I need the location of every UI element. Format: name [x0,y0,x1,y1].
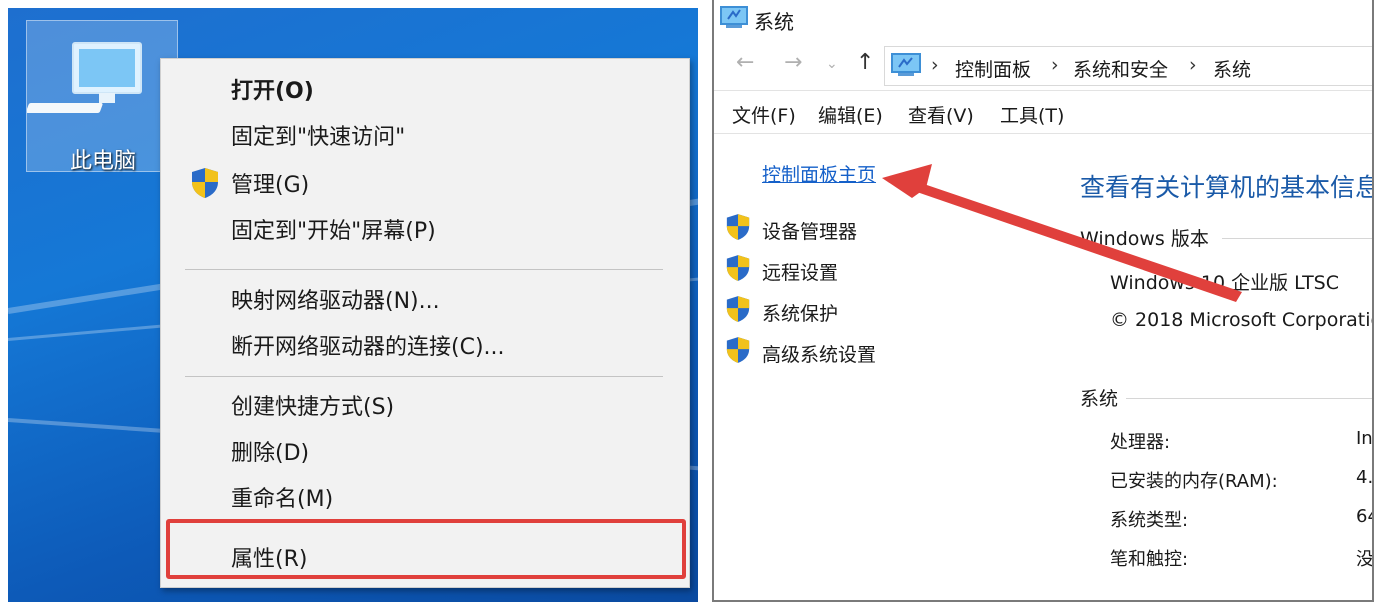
menu-item-properties[interactable]: 属性(R) [231,545,307,575]
address-bar[interactable]: › 控制面板 › 系统和安全 › 系统 [884,46,1372,86]
spec-value-pen-touch: 没 [1356,549,1374,570]
menu-bar: 文件(F) 编辑(E) 查看(V) 工具(T) [714,90,1372,134]
menu-item-map-network-drive[interactable]: 映射网络驱动器(N)... [231,287,440,317]
shield-icon [192,168,218,198]
title-bar: 系统 [714,0,1372,36]
menu-item-disconnect-network-drive[interactable]: 断开网络驱动器的连接(C)... [231,333,505,363]
system-window: 系统 ← → ⌄ ↑ › 控制面板 › 系统和安全 › 系统 文件(F) 编辑(… [712,0,1374,602]
this-pc-label: 此电脑 [69,149,136,174]
shield-icon [726,214,750,240]
spec-label-system-type: 系统类型: [1110,510,1189,531]
forward-arrow-icon[interactable]: → [784,50,802,75]
menu-item-open[interactable]: 打开(O) [231,77,314,107]
breadcrumb-system-security[interactable]: 系统和安全 [1073,55,1168,82]
breadcrumb-separator: › [931,54,939,76]
group-divider [1126,398,1372,399]
spec-label-processor: 处理器: [1110,432,1171,453]
window-title: 系统 [754,10,794,34]
control-panel-home-link[interactable]: 控制面板主页 [762,160,876,187]
breadcrumb-system[interactable]: 系统 [1213,55,1251,82]
group-divider [1222,238,1372,239]
windows-edition-heading: Windows 版本 [1080,228,1209,250]
menu-separator [185,269,663,270]
copyright-text: © 2018 Microsoft Corporation [1110,309,1374,331]
menu-item-pin-start[interactable]: 固定到"开始"屏幕(P) [231,217,436,247]
menu-item-pin-quick-access[interactable]: 固定到"快速访问" [231,123,405,153]
address-row: ← → ⌄ ↑ › 控制面板 › 系统和安全 › 系统 [714,40,1372,90]
shield-icon [726,337,750,363]
menu-separator [185,376,663,377]
spec-label-ram: 已安装的内存(RAM): [1110,471,1278,492]
breadcrumb-separator: › [1189,54,1197,76]
breadcrumb-separator: › [1051,54,1059,76]
back-arrow-icon[interactable]: ← [736,50,754,75]
recent-chevron-icon[interactable]: ⌄ [826,56,838,72]
system-window-icon [720,6,748,28]
shield-icon [726,296,750,322]
menu-view[interactable]: 查看(V) [908,101,974,128]
control-panel-icon [891,53,921,76]
spec-value-processor: In [1356,428,1373,449]
menu-item-rename[interactable]: 重命名(M) [231,485,333,515]
up-arrow-icon[interactable]: ↑ [856,50,874,75]
menu-item-create-shortcut[interactable]: 创建快捷方式(S) [231,393,394,423]
shield-icon [726,255,750,281]
spec-value-system-type: 64 [1356,506,1372,527]
desktop-panel: 此电脑 打开(O) 固定到"快速访问" 管理(G) 固定到"开始"屏幕(P) 映… [8,8,698,602]
windows-edition-value: Windows 10 企业版 LTSC [1110,272,1340,294]
menu-tools[interactable]: 工具(T) [1000,101,1064,128]
spec-value-ram: 4. [1356,467,1374,488]
page-heading: 查看有关计算机的基本信息 [1080,173,1374,202]
this-pc-desktop-icon[interactable]: 此电脑 [26,20,178,174]
system-protection-link[interactable]: 系统保护 [762,299,838,326]
menu-edit[interactable]: 编辑(E) [818,101,883,128]
menu-item-delete[interactable]: 删除(D) [231,439,309,469]
system-group-heading: 系统 [1080,388,1119,410]
menu-item-manage[interactable]: 管理(G) [231,171,309,201]
advanced-system-settings-link[interactable]: 高级系统设置 [762,340,876,367]
breadcrumb-control-panel[interactable]: 控制面板 [955,55,1031,82]
spec-label-pen-touch: 笔和触控: [1110,549,1189,570]
computer-icon [26,42,142,113]
device-manager-link[interactable]: 设备管理器 [762,217,857,244]
remote-settings-link[interactable]: 远程设置 [762,258,838,285]
context-menu: 打开(O) 固定到"快速访问" 管理(G) 固定到"开始"屏幕(P) 映射网络驱… [160,58,690,588]
menu-file[interactable]: 文件(F) [732,101,796,128]
